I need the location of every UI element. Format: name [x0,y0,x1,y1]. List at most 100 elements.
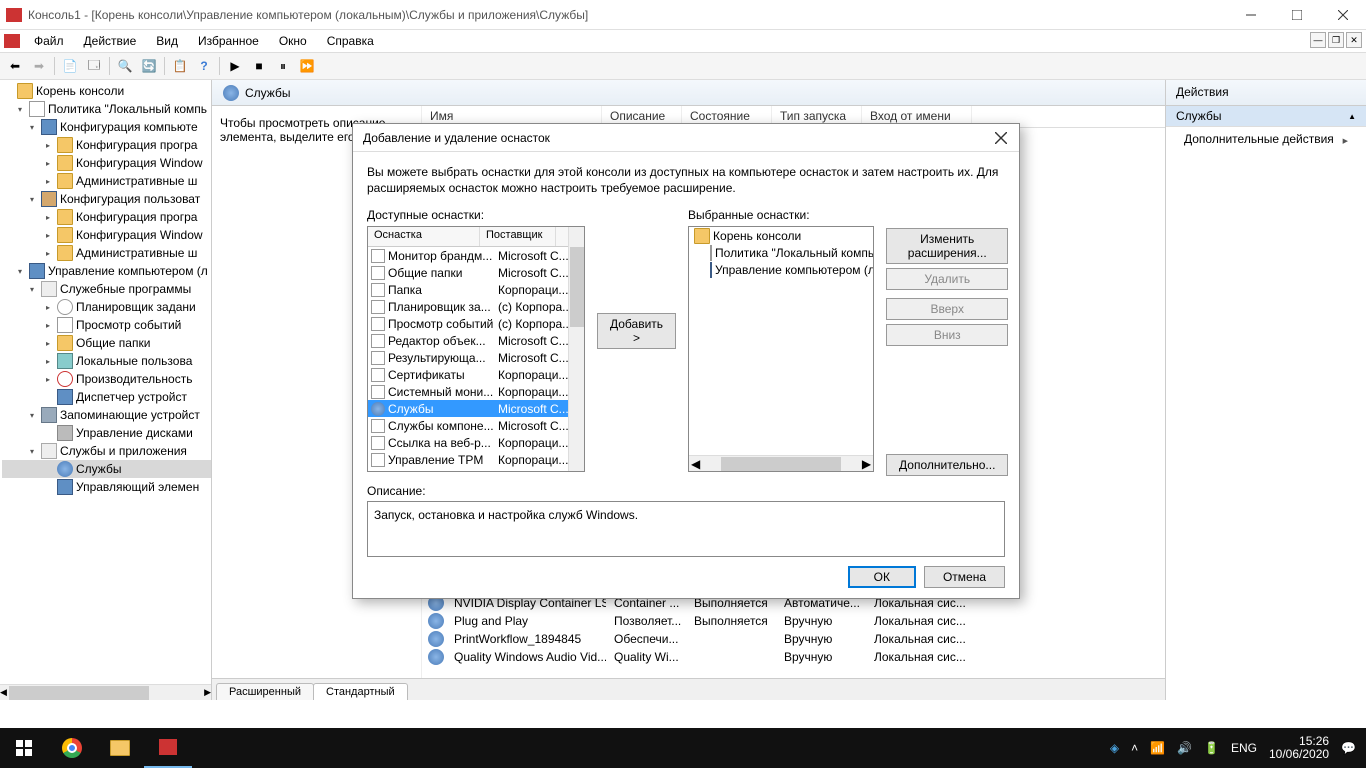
down-button[interactable]: Вниз [886,324,1008,346]
tray-notifications-icon[interactable]: 💬 [1341,741,1356,755]
tray-chevron-icon[interactable]: ˄ [1131,741,1138,755]
list-item[interactable]: Результирующа...Microsoft C... [368,349,568,366]
start-button[interactable] [0,728,48,768]
list-item[interactable]: Монитор брандм...Microsoft C... [368,247,568,264]
ok-button[interactable]: ОК [848,566,916,588]
mdi-close[interactable]: ✕ [1346,32,1362,48]
tree-devmgr[interactable]: Диспетчер устройст [2,388,211,406]
close-button[interactable] [1320,0,1366,30]
selected-snapins-list[interactable]: Корень консоли Политика "Локальный компь… [688,226,874,472]
taskbar-chrome[interactable] [48,728,96,768]
up-button[interactable]: 📄 [59,55,81,77]
tray-defender-icon[interactable]: ◈ [1110,741,1119,755]
list-item[interactable]: Ссылка на веб-р...Корпораци... [368,434,568,451]
minimize-button[interactable] [1228,0,1274,30]
tray-volume-icon[interactable]: 🔊 [1177,741,1192,755]
tree-local-users[interactable]: ▸Локальные пользова [2,352,211,370]
cancel-button[interactable]: Отмена [924,566,1005,588]
gear-icon [428,649,444,665]
list-item[interactable]: Службы компоне...Microsoft C... [368,417,568,434]
tab-extended[interactable]: Расширенный [216,683,314,700]
table-row[interactable]: Quality Windows Audio Vid...Quality Wi..… [422,648,1165,666]
menu-view[interactable]: Вид [146,32,188,50]
mdi-restore[interactable]: ❐ [1328,32,1344,48]
clock-icon [57,299,73,315]
tree-services[interactable]: Службы [2,460,211,478]
tray-language[interactable]: ENG [1231,741,1257,755]
properties-button[interactable]: 📋 [169,55,191,77]
taskbar-mmc[interactable] [144,728,192,768]
export-button[interactable]: 🔍 [114,55,136,77]
maximize-button[interactable] [1274,0,1320,30]
tree-eventvwr[interactable]: ▸Просмотр событий [2,316,211,334]
tree-sys-tools[interactable]: ▾Служебные программы [2,280,211,298]
list-scrollbar[interactable] [568,227,584,471]
menu-file[interactable]: Файл [24,32,74,50]
list-item[interactable]: Редактор объек...Microsoft C... [368,332,568,349]
list-item[interactable]: Просмотр событий(с) Корпора... [368,315,568,332]
tray-network-icon[interactable]: 📶 [1150,741,1165,755]
list-item[interactable]: Корень консоли [689,227,873,244]
tray-battery-icon[interactable]: 🔋 [1204,741,1219,755]
list-item[interactable]: СлужбыMicrosoft C... [368,400,568,417]
tree-diskmgmt[interactable]: Управление дисками [2,424,211,442]
add-button[interactable]: Добавить > [597,313,676,349]
stop-button[interactable]: ■ [248,55,270,77]
folder-icon [57,245,73,261]
list-item[interactable]: Планировщик за...(с) Корпора... [368,298,568,315]
tree-policy[interactable]: ▾Политика "Локальный компь [2,100,211,118]
advanced-button[interactable]: Дополнительно... [886,454,1008,476]
help-button[interactable]: ? [193,55,215,77]
menu-window[interactable]: Окно [269,32,317,50]
tree-item[interactable]: ▸Конфигурация Window [2,154,211,172]
tree-perf[interactable]: ▸Производительность [2,370,211,388]
list-item[interactable]: ПапкаКорпораци... [368,281,568,298]
tree-item[interactable]: ▸Конфигурация програ [2,208,211,226]
tree-item[interactable]: ▸Конфигурация Window [2,226,211,244]
pause-button[interactable]: ⏸ [272,55,294,77]
tree-item[interactable]: ▸Административные ш [2,172,211,190]
up-button[interactable]: Вверх [886,298,1008,320]
tree-hscroll[interactable]: ◀▶ [0,684,211,700]
snapin-icon [371,266,385,280]
tree-scheduler[interactable]: ▸Планировщик задани [2,298,211,316]
menu-favorites[interactable]: Избранное [188,32,269,50]
list-item[interactable]: СертификатыКорпораци... [368,366,568,383]
hscroll[interactable]: ◀▶ [689,455,873,471]
actions-section-services[interactable]: Службы▲ [1166,106,1366,127]
menu-help[interactable]: Справка [317,32,384,50]
refresh-button[interactable]: 🔄 [138,55,160,77]
mdi-minimize[interactable]: — [1310,32,1326,48]
tree-item[interactable]: ▸Административные ш [2,244,211,262]
tree-root[interactable]: Корень консоли [2,82,211,100]
tab-standard[interactable]: Стандартный [313,683,408,700]
restart-button[interactable]: ⏩ [296,55,318,77]
tree-shared[interactable]: ▸Общие папки [2,334,211,352]
forward-button[interactable]: ➡ [28,55,50,77]
menu-action[interactable]: Действие [74,32,147,50]
table-row[interactable]: PrintWorkflow_1894845Обеспечи...ВручнуюЛ… [422,630,1165,648]
tree-user-config[interactable]: ▾Конфигурация пользоват [2,190,211,208]
tree-svc-apps[interactable]: ▾Службы и приложения [2,442,211,460]
tree-comp-config[interactable]: ▾Конфигурация компьюте [2,118,211,136]
edit-extensions-button[interactable]: Изменить расширения... [886,228,1008,264]
remove-button[interactable]: Удалить [886,268,1008,290]
list-item[interactable]: Управление TPMКорпораци... [368,451,568,468]
list-item[interactable]: Политика "Локальный компь [689,244,873,261]
tree-storage[interactable]: ▾Запоминающие устройст [2,406,211,424]
play-button[interactable]: ▶ [224,55,246,77]
table-row[interactable]: Plug and PlayПозволяет...ВыполняетсяВруч… [422,612,1165,630]
available-snapins-list[interactable]: ОснасткаПоставщик Монитор брандм...Micro… [367,226,585,472]
actions-more[interactable]: Дополнительные действия [1166,127,1366,151]
tree-wmi[interactable]: Управляющий элемен [2,478,211,496]
tree-comp-mgmt[interactable]: ▾Управление компьютером (л [2,262,211,280]
tree-item[interactable]: ▸Конфигурация програ [2,136,211,154]
show-hide-tree-button[interactable]: 🗔 [83,55,105,77]
list-item[interactable]: Управление компьютером (ло [689,261,873,278]
tray-clock[interactable]: 15:26 10/06/2020 [1269,735,1329,761]
dialog-close-button[interactable] [985,124,1017,152]
list-item[interactable]: Общие папкиMicrosoft C... [368,264,568,281]
taskbar-explorer[interactable] [96,728,144,768]
list-item[interactable]: Системный мони...Корпораци... [368,383,568,400]
back-button[interactable]: ⬅ [4,55,26,77]
